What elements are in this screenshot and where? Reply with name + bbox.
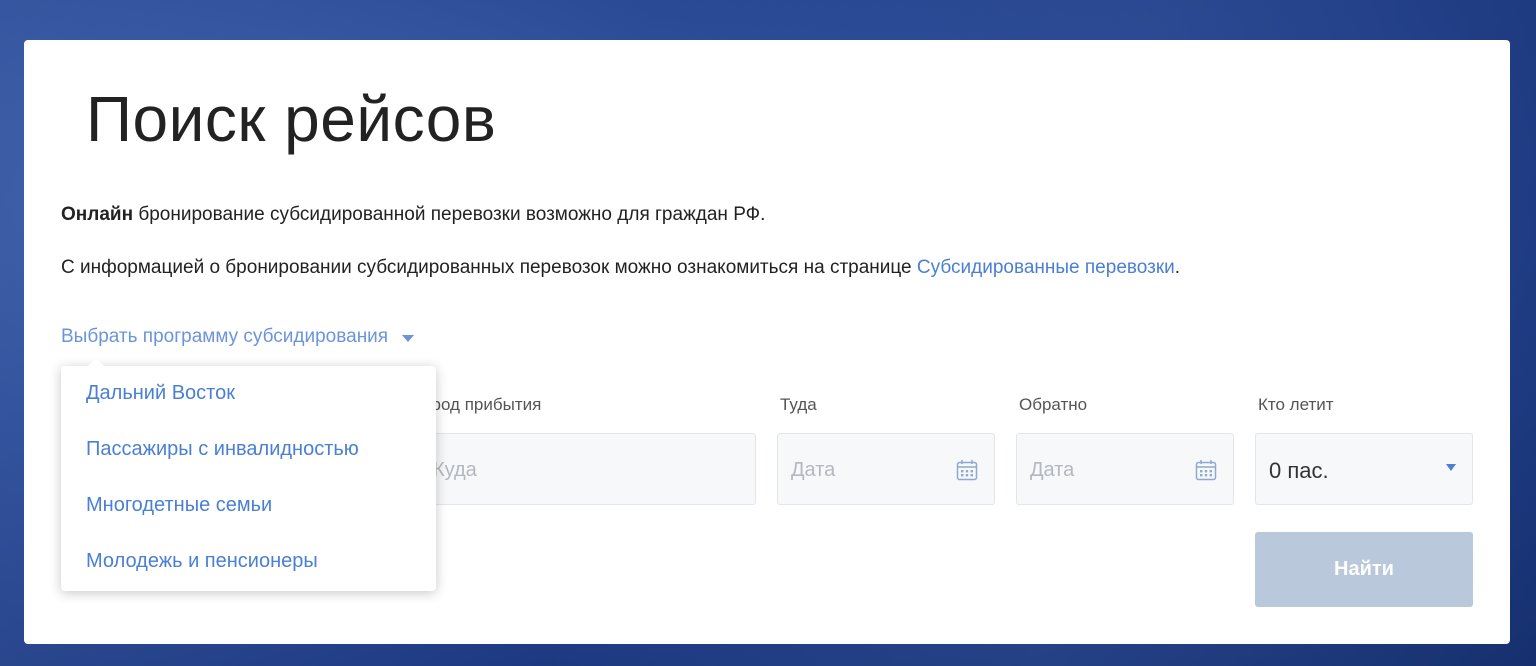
subsidized-transport-link[interactable]: Субсидированные перевозки (917, 257, 1175, 278)
calendar-icon[interactable] (1195, 459, 1217, 481)
depart-date-placeholder: Дата (791, 459, 836, 481)
program-dropdown-menu: Дальний Восток Пассажиры с инвалидностью… (61, 358, 436, 591)
online-note-text: бронирование субсидированной перевозки в… (133, 204, 766, 225)
page-title: Поиск рейсов (86, 83, 497, 155)
passengers-value: 0 пас. (1269, 458, 1329, 483)
program-option-large-families[interactable]: Многодетные семьи (86, 494, 272, 517)
subsidy-info-note: С информацией о бронировании субсидирова… (61, 257, 1180, 279)
program-select-label: Выбрать программу субсидирования (61, 326, 389, 347)
online-bold: Онлайн (61, 204, 134, 225)
return-date-input[interactable]: Дата (1016, 433, 1234, 505)
chevron-down-icon (1446, 464, 1456, 471)
chevron-down-icon (402, 334, 415, 342)
program-select-toggle[interactable]: Выбрать программу субсидирования (61, 326, 415, 348)
search-card: Поиск рейсов Онлайн бронирование субсиди… (24, 40, 1510, 644)
return-date-placeholder: Дата (1030, 459, 1075, 481)
subsidy-info-end: . (1174, 257, 1181, 278)
calendar-icon[interactable] (956, 459, 978, 481)
return-date-label: Обратно (1019, 395, 1088, 414)
depart-date-input[interactable]: Дата (777, 433, 995, 505)
subsidy-info-text: С информацией о бронировании субсидирова… (61, 257, 917, 278)
program-option-disabled-passengers[interactable]: Пассажиры с инвалидностью (86, 438, 359, 461)
program-option-far-east[interactable]: Дальний Восток (86, 382, 235, 405)
program-option-youth-pensioners[interactable]: Молодежь и пенсионеры (86, 550, 318, 573)
arrival-placeholder: Куда (433, 459, 477, 481)
depart-date-label: Туда (780, 395, 817, 414)
arrival-city-input[interactable]: Куда (419, 433, 756, 505)
dropdown-pointer (87, 358, 105, 367)
online-booking-note: Онлайн бронирование субсидированной пере… (61, 204, 765, 226)
find-button[interactable]: Найти (1255, 532, 1473, 607)
passengers-select[interactable]: 0 пас. (1255, 433, 1473, 505)
passengers-label: Кто летит (1258, 395, 1334, 414)
